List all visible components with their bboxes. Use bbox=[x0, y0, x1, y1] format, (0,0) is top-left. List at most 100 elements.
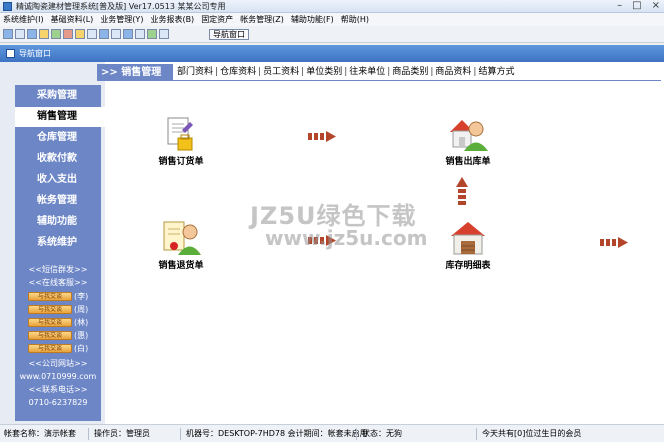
menu-basic-data[interactable]: 基础资料(L) bbox=[51, 13, 94, 26]
sidebar-item-accounts[interactable]: 帐务管理 bbox=[15, 191, 101, 211]
sidebar: 采购管理 销售管理 仓库管理 收款付款 收入支出 帐务管理 辅助功能 系统维护 … bbox=[0, 62, 105, 424]
sales-out-doc[interactable]: 销售出库单 bbox=[428, 116, 508, 168]
calendar-icon[interactable] bbox=[99, 29, 109, 39]
sidebar-item-sales[interactable]: 销售管理 bbox=[15, 107, 105, 127]
menu-system-maintenance[interactable]: 系统维护(I) bbox=[3, 13, 44, 26]
toolbar-icons bbox=[3, 29, 169, 39]
folder-icon[interactable] bbox=[39, 29, 49, 39]
list-icon[interactable] bbox=[27, 29, 37, 39]
sales-out-label: 销售出库单 bbox=[445, 157, 491, 167]
website-link[interactable]: www.0710999.com bbox=[15, 371, 101, 382]
main-area: >> 销售管理 部门资料 | 仓库资料 | 员工资料 | 单位类别 | 往来单位 | 商品… bbox=[97, 62, 664, 424]
sales-order-doc[interactable]: 销售订货单 bbox=[141, 116, 221, 168]
link-partners[interactable]: 往来单位 bbox=[349, 64, 385, 81]
maximize-icon[interactable]: □ bbox=[632, 0, 641, 13]
nav-window-button[interactable]: 导航窗口 bbox=[209, 29, 249, 40]
qq-contact-row: 与我交谈 (李) bbox=[28, 291, 88, 302]
qq-contact-row: 与我交谈 (白) bbox=[28, 343, 88, 354]
save-icon[interactable] bbox=[123, 29, 133, 39]
panel-header: 导航窗口 bbox=[0, 45, 664, 62]
qq-contact-row: 与我交谈 (周) bbox=[28, 304, 88, 315]
minimize-icon[interactable]: – bbox=[617, 0, 622, 13]
sales-order-label: 销售订货单 bbox=[158, 157, 204, 167]
document-icon[interactable] bbox=[15, 29, 25, 39]
help-icon[interactable] bbox=[147, 29, 157, 39]
menu-fixed-assets[interactable]: 固定资产 bbox=[201, 13, 233, 26]
window-title: 精诚陶瓷建材管理系统[普及版] Ver17.0513 某某公司专用 bbox=[16, 2, 226, 11]
arrow-right-icon bbox=[600, 237, 628, 248]
link-product[interactable]: 商品资料 bbox=[435, 64, 471, 81]
warehouse-icon bbox=[451, 220, 485, 256]
status-birthday: 今天共有[0]位过生日的会员 bbox=[482, 429, 582, 438]
qq-chat-button[interactable]: 与我交谈 bbox=[28, 331, 72, 340]
chart-icon[interactable] bbox=[51, 29, 61, 39]
calculator-icon[interactable] bbox=[87, 29, 97, 39]
quick-links: 部门资料 | 仓库资料 | 员工资料 | 单位类别 | 往来单位 | 商品类别 | 商品资料… bbox=[177, 64, 514, 81]
tools-icon[interactable] bbox=[63, 29, 73, 39]
sidebar-item-purchase[interactable]: 采购管理 bbox=[15, 86, 101, 106]
house-person-icon bbox=[450, 116, 488, 152]
sidebar-item-warehouse[interactable]: 仓库管理 bbox=[15, 128, 101, 148]
return-form-icon bbox=[163, 220, 201, 256]
link-unit-category[interactable]: 单位类别 bbox=[306, 64, 342, 81]
website-label: <<公司网站>> bbox=[28, 359, 88, 368]
nav-window-icon bbox=[6, 49, 15, 58]
qq-contact-row: 与我交谈 (林) bbox=[28, 317, 88, 328]
qq-chat-button[interactable]: 与我交谈 bbox=[28, 318, 72, 327]
window-icon[interactable] bbox=[3, 29, 13, 39]
sms-link[interactable]: <<短信群发>> bbox=[15, 264, 101, 275]
status-machine: 机器号：DESKTOP-7HD78 会计期间：帐套未启用 bbox=[186, 429, 368, 438]
qq-contact-name: (惠) bbox=[74, 331, 89, 340]
sales-return-doc[interactable]: 销售退货单 bbox=[141, 220, 221, 272]
tab-sales-management[interactable]: >> 销售管理 bbox=[97, 64, 173, 81]
sidebar-item-income-expense[interactable]: 收入支出 bbox=[15, 170, 101, 190]
order-form-icon bbox=[164, 116, 198, 152]
menu-help[interactable]: 帮助(H) bbox=[341, 13, 369, 26]
window-controls: – □ × bbox=[617, 0, 660, 13]
status-bar: 帐套名称：演示帐套 操作员：管理员 机器号：DESKTOP-7HD78 会计期间… bbox=[0, 424, 664, 442]
link-warehouse[interactable]: 仓库资料 bbox=[220, 64, 256, 81]
print-icon[interactable] bbox=[111, 29, 121, 39]
link-product-category[interactable]: 商品类别 bbox=[392, 64, 428, 81]
status-account: 帐套名称：演示帐套 bbox=[4, 429, 76, 438]
toolbar: 导航窗口 bbox=[0, 26, 664, 43]
sidebar-menu: 采购管理 销售管理 仓库管理 收款付款 收入支出 帐务管理 辅助功能 系统维护 … bbox=[15, 85, 105, 421]
sidebar-item-auxiliary[interactable]: 辅助功能 bbox=[15, 212, 101, 232]
qq-contact-name: (林) bbox=[74, 318, 89, 327]
phone-label: <<联系电话>> bbox=[28, 385, 88, 394]
online-support-link[interactable]: <<在线客服>> bbox=[15, 277, 101, 288]
qq-contact-name: (李) bbox=[74, 292, 89, 301]
qq-contact-name: (白) bbox=[74, 344, 89, 353]
link-employee[interactable]: 员工资料 bbox=[263, 64, 299, 81]
phone-number: 0710-6237829 bbox=[28, 398, 88, 407]
tab-bar: >> 销售管理 部门资料 | 仓库资料 | 员工资料 | 单位类别 | 往来单位 | 商品… bbox=[97, 64, 661, 81]
menu-bar: 系统维护(I) 基础资料(L) 业务管理(Y) 业务报表(B) 固定资产 帐务管… bbox=[0, 13, 664, 26]
panel-title: 导航窗口 bbox=[19, 49, 51, 58]
qq-contact-row: 与我交谈 (惠) bbox=[28, 330, 88, 341]
menu-business-management[interactable]: 业务管理(Y) bbox=[100, 13, 143, 26]
qq-contact-name: (周) bbox=[74, 305, 89, 314]
inventory-label: 库存明细表 bbox=[445, 261, 491, 271]
close-icon[interactable]: × bbox=[652, 0, 660, 13]
watermark-url: www.jz5u.com bbox=[265, 226, 428, 250]
preview-icon[interactable] bbox=[135, 29, 145, 39]
arrow-right-icon bbox=[308, 131, 336, 142]
qq-chat-button[interactable]: 与我交谈 bbox=[28, 292, 72, 301]
sales-return-label: 销售退货单 bbox=[158, 261, 204, 271]
menu-accounts[interactable]: 帐务管理(Z) bbox=[240, 13, 284, 26]
users-icon[interactable] bbox=[75, 29, 85, 39]
link-department[interactable]: 部门资料 bbox=[177, 64, 213, 81]
qq-chat-button[interactable]: 与我交谈 bbox=[28, 305, 72, 314]
status-operator: 操作员：管理员 bbox=[94, 429, 150, 438]
app-icon bbox=[3, 2, 12, 11]
menu-auxiliary[interactable]: 辅助功能(F) bbox=[291, 13, 334, 26]
menu-business-reports[interactable]: 业务报表(B) bbox=[150, 13, 194, 26]
sidebar-item-system[interactable]: 系统维护 bbox=[15, 233, 101, 253]
arrow-up-icon bbox=[456, 177, 468, 205]
qq-chat-button[interactable]: 与我交谈 bbox=[28, 344, 72, 353]
inventory-doc[interactable]: 库存明细表 bbox=[428, 220, 508, 272]
sidebar-item-payments[interactable]: 收款付款 bbox=[15, 149, 101, 169]
exit-icon[interactable] bbox=[159, 29, 169, 39]
link-settlement[interactable]: 结算方式 bbox=[478, 64, 514, 81]
title-bar: 精诚陶瓷建材管理系统[普及版] Ver17.0513 某某公司专用 – □ × bbox=[0, 0, 664, 13]
